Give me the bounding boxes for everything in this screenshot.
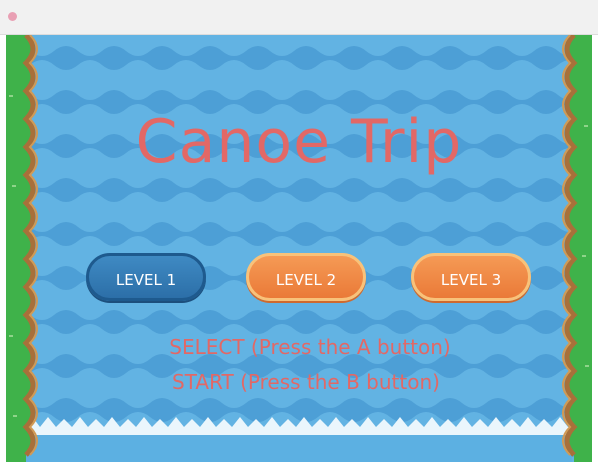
window-close-dot-icon[interactable] xyxy=(8,12,17,21)
start-instruction: START (Press the B button) xyxy=(172,370,440,394)
app-window: Canoe Trip LEVEL 1 LEVEL 2 LEVEL 3 SELEC… xyxy=(0,0,598,462)
water-surface xyxy=(6,35,592,462)
level-1-button[interactable]: LEVEL 1 xyxy=(86,253,206,301)
select-instruction: SELECT (Press the A button) xyxy=(169,335,451,359)
level-3-button[interactable]: LEVEL 3 xyxy=(411,253,531,301)
game-title: Canoe Trip xyxy=(135,107,463,177)
river-background xyxy=(6,35,592,462)
game-canvas[interactable]: Canoe Trip LEVEL 1 LEVEL 2 LEVEL 3 SELEC… xyxy=(6,35,592,462)
window-titlebar xyxy=(0,0,598,35)
level-2-button[interactable]: LEVEL 2 xyxy=(246,253,366,301)
